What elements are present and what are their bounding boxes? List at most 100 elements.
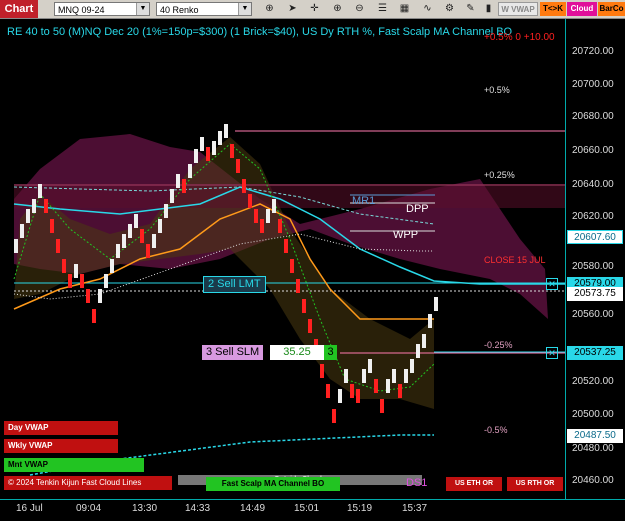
down-brick xyxy=(356,389,360,403)
y-tick: 20700.00 xyxy=(572,79,614,90)
down-brick xyxy=(278,219,282,233)
strategies-icon[interactable]: ⚙ xyxy=(442,2,457,16)
mnt-vwap-badge[interactable]: Mnt VWAP xyxy=(4,458,144,472)
down-brick xyxy=(326,384,330,398)
down-brick xyxy=(398,384,402,398)
templates-icon[interactable]: ▦ xyxy=(397,2,412,16)
down-brick xyxy=(182,179,186,193)
drawing-tools-icon[interactable]: ✎ xyxy=(463,2,478,16)
y-tick: 20480.00 xyxy=(572,443,614,454)
zoom-out-icon[interactable]: ⊖ xyxy=(352,2,367,16)
up-brick xyxy=(416,344,420,358)
up-brick xyxy=(428,314,432,328)
up-brick xyxy=(32,199,36,213)
up-brick xyxy=(116,244,120,258)
y-tick: 20620.00 xyxy=(572,211,614,222)
up-brick xyxy=(344,369,348,383)
time-axis[interactable]: 16 Jul 09:04 13:30 14:33 14:49 15:01 15:… xyxy=(0,499,625,521)
up-brick xyxy=(194,149,198,163)
level-p025-label: +0.25% xyxy=(484,170,515,180)
down-brick xyxy=(302,299,306,313)
mr1-label: MR1 xyxy=(352,195,376,207)
up-brick xyxy=(368,359,372,373)
close-icon[interactable]: ✕ xyxy=(546,278,558,290)
cloud-button[interactable]: Cloud xyxy=(567,2,597,16)
close-icon[interactable]: ✕ xyxy=(546,347,558,359)
up-brick xyxy=(188,164,192,178)
zoom-in-icon[interactable]: ⊕ xyxy=(330,2,345,16)
down-brick xyxy=(92,309,96,323)
wvwap-button[interactable]: W VWAP xyxy=(498,2,538,16)
down-brick xyxy=(50,219,54,233)
dpp-label: DPP xyxy=(406,203,429,215)
up-brick xyxy=(14,239,18,253)
down-brick xyxy=(350,384,354,398)
up-brick xyxy=(170,189,174,203)
tk-button[interactable]: T<>K xyxy=(540,2,566,16)
up-brick xyxy=(128,224,132,238)
crosshair-icon[interactable]: ✛ xyxy=(307,2,322,16)
wpp-label: WPP xyxy=(393,229,419,241)
down-brick xyxy=(242,179,246,193)
wkly-vwap-badge[interactable]: Wkly VWAP xyxy=(4,439,118,453)
down-brick xyxy=(80,274,84,288)
up-brick xyxy=(134,214,138,228)
us-eth-or-badge[interactable]: US ETH OR xyxy=(446,477,502,491)
price-box-stop: 20537.25 xyxy=(567,346,623,360)
up-brick xyxy=(122,234,126,248)
up-brick xyxy=(20,224,24,238)
x-tick: 14:49 xyxy=(240,503,266,514)
magnifier-plus-icon[interactable]: ⊕ xyxy=(262,2,277,16)
period-value: 40 Renko xyxy=(160,5,199,15)
down-brick xyxy=(284,239,288,253)
y-tick: 20460.00 xyxy=(572,475,614,486)
up-brick xyxy=(404,369,408,383)
sell-slm-order[interactable]: 3 Sell SLM xyxy=(202,345,264,360)
up-brick xyxy=(434,297,438,311)
instrument-selector[interactable]: MNQ 09-24 ▼ xyxy=(54,2,150,16)
down-brick xyxy=(44,199,48,213)
x-tick: 15:01 xyxy=(294,503,320,514)
channel-bo-badge[interactable]: Fast Scalp MA Channel BO xyxy=(206,477,340,491)
down-brick xyxy=(320,364,324,378)
chart-panel[interactable]: RE 40 to 50 (M)NQ Dec 20 (1%=150p=$300) … xyxy=(0,19,565,499)
properties-icon[interactable]: ☰ xyxy=(375,2,390,16)
y-tick: 20680.00 xyxy=(572,111,614,122)
chevron-down-icon[interactable]: ▼ xyxy=(238,3,251,15)
cursor-icon[interactable]: ➤ xyxy=(285,2,300,16)
down-brick xyxy=(68,274,72,288)
down-brick xyxy=(62,259,66,273)
us-rth-or-badge[interactable]: US RTH OR xyxy=(507,477,563,491)
slm-qty-field[interactable]: 3 xyxy=(324,345,337,360)
up-brick xyxy=(164,204,168,218)
indicators-icon[interactable]: ∿ xyxy=(420,2,435,16)
y-tick: 20560.00 xyxy=(572,309,614,320)
up-brick xyxy=(152,234,156,248)
down-brick xyxy=(290,259,294,273)
period-selector[interactable]: 40 Renko ▼ xyxy=(156,2,252,16)
x-tick: 15:19 xyxy=(347,503,373,514)
up-brick xyxy=(158,219,162,233)
x-tick: 15:37 xyxy=(402,503,428,514)
up-brick xyxy=(74,264,78,278)
up-brick xyxy=(392,369,396,383)
down-brick xyxy=(332,409,336,423)
up-brick xyxy=(104,274,108,288)
slm-price-field[interactable]: 35.25 xyxy=(270,345,324,360)
down-brick xyxy=(206,147,210,161)
up-brick xyxy=(26,209,30,223)
barco-button[interactable]: BarCo xyxy=(598,2,625,16)
level-fragment-label: +0.5% 0 +10.00 xyxy=(484,32,555,43)
price-box-cyan: 20607.60 xyxy=(567,230,623,244)
toolbar: Chart MNQ 09-24 ▼ 40 Renko ▼ ⊕ ➤ ✛ ⊕ ⊖ ☰… xyxy=(0,0,625,19)
down-brick xyxy=(236,159,240,173)
up-brick xyxy=(98,289,102,303)
bars-icon[interactable]: ▮ xyxy=(481,2,496,16)
price-axis[interactable]: 20720.00 20700.00 20680.00 20660.00 2064… xyxy=(565,19,625,499)
down-brick xyxy=(374,379,378,393)
chevron-down-icon[interactable]: ▼ xyxy=(136,3,149,15)
up-brick xyxy=(410,359,414,373)
level-m05-label: -0.5% xyxy=(484,425,508,435)
day-vwap-badge[interactable]: Day VWAP xyxy=(4,421,118,435)
sell-lmt-order[interactable]: 2 Sell LMT xyxy=(203,276,266,293)
